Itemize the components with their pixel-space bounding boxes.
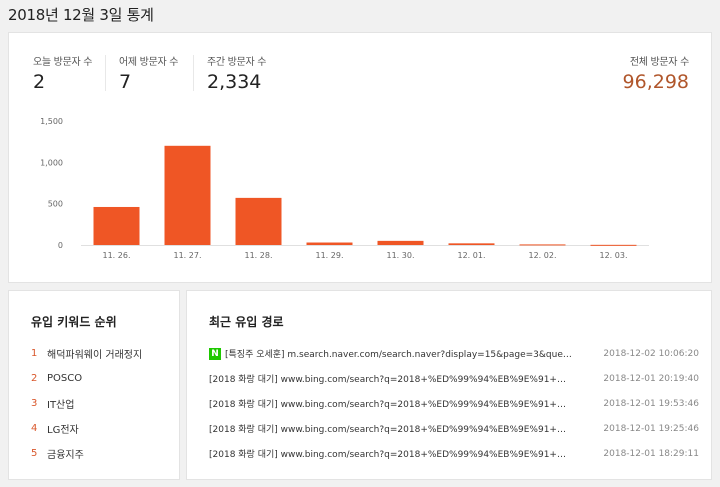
x-tick-label: 12. 02. [529,251,557,260]
x-tick-label: 11. 30. [387,251,415,260]
y-tick-label: 1,000 [40,158,63,167]
keyword-text[interactable]: POSCO [47,373,82,384]
referrer-item[interactable]: N [특징주 오세훈] m.search.naver.com/search.na… [209,341,699,366]
referrer-item[interactable]: [2018 화랑 대기] www.bing.com/search?q=2018+… [209,366,699,391]
referrer-link[interactable]: [특징주 오세훈] m.search.naver.com/search.nave… [225,347,575,360]
x-tick-label: 12. 01. [458,251,486,260]
keyword-rank: 3 [31,398,38,409]
chart-bar[interactable] [590,244,637,246]
chart-bar[interactable] [377,240,424,245]
y-tick-label: 0 [58,241,63,250]
referrer-time: 2018-12-01 20:19:40 [603,373,699,384]
chart-bar[interactable] [519,244,566,246]
referrer-link[interactable]: [2018 화랑 대기] www.bing.com/search?q=2018+… [209,422,574,435]
stat-total: 전체 방문자 수 96,298 [622,53,690,93]
x-tick-label: 11. 26. [103,251,131,260]
visitor-stats-card: 오늘 방문자 수 2 어제 방문자 수 7 주간 방문자 수 2,334 전체 … [8,32,712,283]
keyword-ranking-card: 유입 키워드 순위 1 해덕파워웨이 거래정지 2 POSCO 3 IT산업 4… [8,290,180,480]
referrer-time: 2018-12-01 18:29:11 [603,448,699,459]
x-tick-label: 11. 27. [174,251,202,260]
referrer-list: N [특징주 오세훈] m.search.naver.com/search.na… [209,341,699,466]
page-title: 2018년 12월 3일 통계 [8,6,154,24]
keyword-text[interactable]: LG전자 [47,421,79,436]
naver-icon: N [209,347,221,360]
referrer-link[interactable]: [2018 화랑 대기] www.bing.com/search?q=2018+… [209,372,574,385]
keyword-item[interactable]: 3 IT산업 [31,391,142,416]
keyword-rank: 5 [31,448,38,459]
referrer-item[interactable]: [2018 화랑 대기] www.bing.com/search?q=2018+… [209,391,699,416]
referrer-link[interactable]: [2018 화랑 대기] www.bing.com/search?q=2018+… [209,397,574,410]
referrer-time: 2018-12-01 19:53:46 [603,398,699,409]
chart-bar[interactable] [93,206,140,245]
y-tick-label: 1,500 [40,117,63,126]
stat-week-label: 주간 방문자 수 [207,57,267,68]
keyword-item[interactable]: 4 LG전자 [31,416,142,441]
y-tick-label: 500 [48,200,63,209]
stat-today: 오늘 방문자 수 2 [33,53,92,93]
referrer-item[interactable]: [2018 화랑 대기] www.bing.com/search?q=2018+… [209,416,699,441]
keyword-item[interactable]: 2 POSCO [31,366,142,391]
stat-divider [105,55,106,91]
stat-yesterday-value: 7 [119,71,132,93]
referrer-time: 2018-12-02 10:06:20 [603,348,699,359]
chart-bar[interactable] [306,242,353,245]
referrer-time: 2018-12-01 19:25:46 [603,423,699,434]
chart-bar[interactable] [448,243,495,245]
recent-referrer-card: 최근 유입 경로 N [특징주 오세훈] m.search.naver.com/… [186,290,712,480]
stat-divider [193,55,194,91]
stat-today-value: 2 [33,71,46,93]
referrer-item[interactable]: [2018 화랑 대기] www.bing.com/search?q=2018+… [209,441,699,466]
keyword-rank: 1 [31,348,38,359]
stat-yesterday-label: 어제 방문자 수 [119,57,179,68]
keyword-list: 1 해덕파워웨이 거래정지 2 POSCO 3 IT산업 4 LG전자 5 금융… [31,341,142,466]
stat-week: 주간 방문자 수 2,334 [207,53,266,93]
chart-bar[interactable] [235,197,282,245]
keyword-ranking-title: 유입 키워드 순위 [31,315,117,329]
stat-yesterday: 어제 방문자 수 7 [119,53,178,93]
chart-bar[interactable] [164,145,211,245]
stat-total-label: 전체 방문자 수 [629,57,689,68]
keyword-text[interactable]: IT산업 [47,396,74,411]
x-tick-label: 12. 03. [600,251,628,260]
keyword-text[interactable]: 금융지주 [47,446,84,461]
stat-total-value: 96,298 [622,71,689,93]
x-tick-label: 11. 28. [245,251,273,260]
visitor-bar-chart: 0 500 1,000 1,500 11. 26. 11. 27. 11. 28. 11. 2… [40,117,649,260]
stat-today-label: 오늘 방문자 수 [33,57,93,68]
stat-week-value: 2,334 [207,71,262,93]
x-tick-label: 11. 29. [316,251,344,260]
recent-referrer-title: 최근 유입 경로 [209,315,284,329]
keyword-item[interactable]: 1 해덕파워웨이 거래정지 [31,341,142,366]
keyword-rank: 2 [31,373,38,384]
keyword-text[interactable]: 해덕파워웨이 거래정지 [47,346,142,361]
keyword-rank: 4 [31,423,38,434]
referrer-link[interactable]: [2018 화랑 대기] www.bing.com/search?q=2018+… [209,447,574,460]
keyword-item[interactable]: 5 금융지주 [31,441,142,466]
